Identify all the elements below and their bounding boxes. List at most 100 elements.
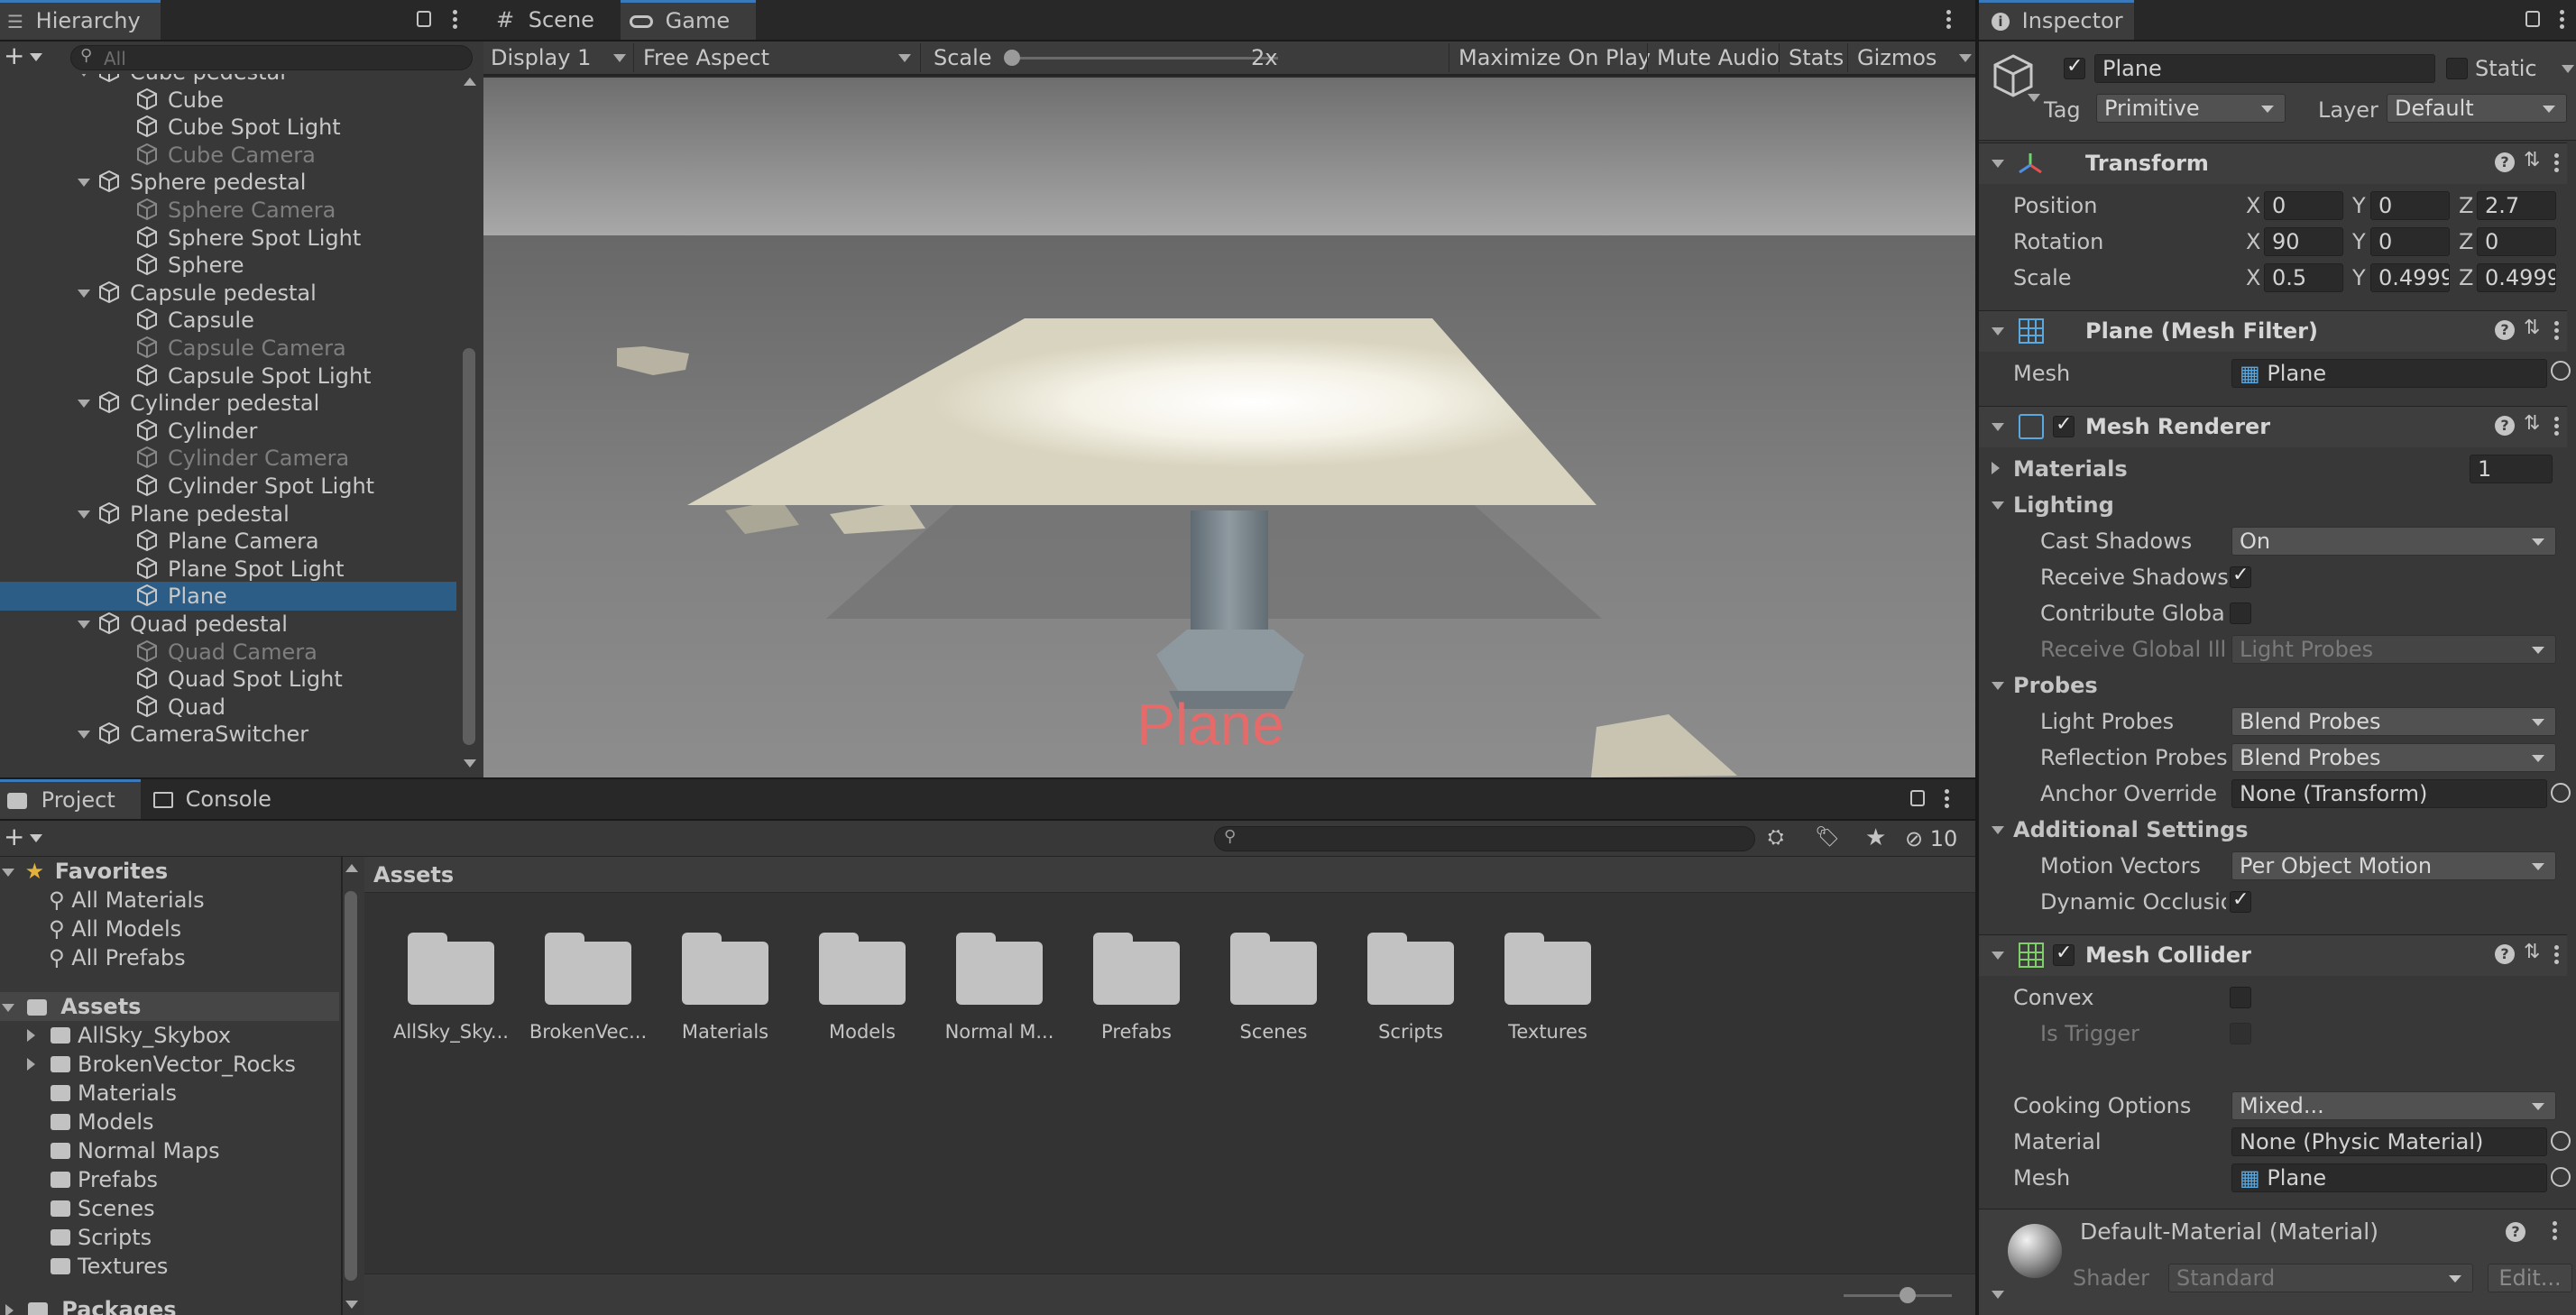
- asset-folder-item[interactable]: Materials: [658, 927, 793, 1062]
- axis-x-label[interactable]: X: [2246, 229, 2260, 254]
- axis-y-label[interactable]: Y: [2352, 193, 2366, 218]
- materials-count-field[interactable]: 1: [2470, 455, 2553, 483]
- axis-y-label[interactable]: Y: [2352, 229, 2366, 254]
- axis-x-label[interactable]: X: [2246, 265, 2260, 290]
- tab-game[interactable]: Game: [621, 0, 756, 40]
- light-probes-dropdown[interactable]: Blend Probes: [2231, 707, 2556, 736]
- rotation-z-field[interactable]: 0: [2477, 227, 2556, 256]
- assets-header[interactable]: Assets: [0, 992, 339, 1021]
- tab-scene[interactable]: # Scene: [483, 0, 621, 40]
- mesh-field[interactable]: ▦ Plane: [2231, 359, 2547, 388]
- scale-x-field[interactable]: 0.5: [2264, 263, 2343, 292]
- hierarchy-item[interactable]: Quad Spot Light: [0, 665, 456, 694]
- static-checkbox[interactable]: [2446, 58, 2468, 79]
- component-menu-icon[interactable]: [2554, 943, 2560, 967]
- asset-folder-item[interactable]: BrokenVec...: [520, 927, 656, 1062]
- hierarchy-item[interactable]: Capsule: [0, 306, 456, 335]
- hierarchy-item[interactable]: Sphere Camera: [0, 196, 456, 225]
- expand-arrow-icon[interactable]: [78, 74, 90, 77]
- mesh-filter-header[interactable]: Plane (Mesh Filter) ? ⇅: [1979, 310, 2567, 352]
- physic-material-field[interactable]: None (Physic Material): [2231, 1127, 2547, 1156]
- hierarchy-item[interactable]: Quad pedestal: [0, 610, 456, 639]
- object-picker-icon[interactable]: [2551, 1167, 2571, 1187]
- expand-arrow-icon[interactable]: [78, 621, 90, 629]
- hierarchy-menu-icon[interactable]: [453, 7, 458, 32]
- hierarchy-item[interactable]: Plane: [0, 582, 456, 612]
- icon-size-slider-handle[interactable]: [1900, 1287, 1916, 1303]
- icon-size-slider[interactable]: [1844, 1287, 1952, 1303]
- scale-slider-handle[interactable]: [1004, 50, 1020, 66]
- game-menu-icon[interactable]: [1946, 7, 1952, 32]
- hierarchy-item[interactable]: Sphere Spot Light: [0, 224, 456, 253]
- help-icon[interactable]: ?: [2495, 320, 2515, 340]
- tab-inspector[interactable]: i Inspector: [1979, 0, 2134, 40]
- object-picker-icon[interactable]: [2551, 783, 2571, 803]
- asset-folder-item[interactable]: Prefabs: [1069, 927, 1204, 1062]
- tab-console[interactable]: Console: [141, 779, 285, 819]
- hierarchy-item[interactable]: Cylinder pedestal: [0, 389, 456, 418]
- hierarchy-item[interactable]: Plane Camera: [0, 527, 456, 556]
- hierarchy-item[interactable]: Plane pedestal: [0, 500, 456, 529]
- hierarchy-item[interactable]: Capsule Camera: [0, 334, 456, 363]
- position-x-field[interactable]: 0: [2264, 191, 2343, 220]
- active-checkbox[interactable]: [2064, 55, 2085, 79]
- scale-y-field[interactable]: 0.4999: [2370, 263, 2450, 292]
- create-asset-button[interactable]: +: [4, 824, 51, 851]
- asset-tree-item[interactable]: Prefabs: [0, 1165, 339, 1194]
- hierarchy-item[interactable]: Cylinder Spot Light: [0, 472, 456, 501]
- expand-arrow-icon[interactable]: [78, 289, 90, 298]
- asset-folder-item[interactable]: Scripts: [1343, 927, 1478, 1062]
- shader-dropdown[interactable]: Standard: [2168, 1264, 2473, 1292]
- game-viewport[interactable]: Plane: [483, 78, 1975, 777]
- hierarchy-scrollbar[interactable]: [460, 78, 478, 777]
- rotation-x-field[interactable]: 90: [2264, 227, 2343, 256]
- object-name-field[interactable]: Plane: [2094, 54, 2435, 83]
- asset-folder-item[interactable]: AllSky_Sky...: [383, 927, 519, 1062]
- asset-tree-item[interactable]: Models: [0, 1108, 339, 1136]
- gizmos-dropdown[interactable]: Gizmos: [1847, 43, 1973, 72]
- axis-y-label[interactable]: Y: [2352, 265, 2366, 290]
- project-menu-icon[interactable]: [1945, 786, 1950, 811]
- tag-dropdown[interactable]: Primitive: [2096, 94, 2286, 123]
- mesh-renderer-enabled-checkbox[interactable]: [2053, 413, 2075, 437]
- hierarchy-item[interactable]: Cylinder: [0, 417, 456, 446]
- static-dropdown[interactable]: Static: [2475, 54, 2574, 83]
- asset-tree-item[interactable]: BrokenVector_Rocks: [0, 1050, 339, 1079]
- component-menu-icon[interactable]: [2554, 318, 2560, 343]
- materials-label[interactable]: Materials: [2013, 456, 2128, 482]
- contribute-gi-checkbox[interactable]: [2230, 602, 2251, 624]
- transform-header[interactable]: Transform ? ⇅: [1979, 143, 2567, 184]
- mesh-collider-enabled-checkbox[interactable]: [2053, 942, 2075, 966]
- dynamic-occlusion-checkbox[interactable]: [2230, 888, 2251, 913]
- rotation-y-field[interactable]: 0: [2370, 227, 2450, 256]
- axis-z-label[interactable]: Z: [2459, 229, 2473, 254]
- cast-shadows-dropdown[interactable]: On: [2231, 527, 2556, 556]
- position-y-field[interactable]: 0: [2370, 191, 2450, 220]
- icon-dropdown-chevron[interactable]: [2028, 94, 2040, 102]
- inspector-menu-icon[interactable]: [2560, 7, 2565, 32]
- asset-folder-item[interactable]: Normal M...: [932, 927, 1067, 1062]
- expand-arrow-icon[interactable]: [78, 510, 90, 519]
- add-object-button[interactable]: +: [4, 43, 51, 70]
- hierarchy-item[interactable]: Cube Spot Light: [0, 113, 456, 142]
- project-search-input[interactable]: ⚲: [1214, 826, 1755, 851]
- tab-hierarchy[interactable]: ☰ Hierarchy: [0, 0, 161, 40]
- axis-z-label[interactable]: Z: [2459, 265, 2473, 290]
- expand-arrow-icon[interactable]: [78, 179, 90, 188]
- lock-icon[interactable]: [1910, 790, 1925, 806]
- materials-foldout[interactable]: [1992, 462, 2000, 474]
- asset-tree-item[interactable]: Scripts: [0, 1223, 339, 1252]
- hierarchy-item[interactable]: Cylinder Camera: [0, 444, 456, 473]
- hierarchy-item[interactable]: Quad: [0, 693, 456, 722]
- tab-project[interactable]: Project: [0, 779, 141, 819]
- scale-slider[interactable]: [1004, 50, 1278, 66]
- asset-tree-item[interactable]: Textures: [0, 1252, 339, 1281]
- position-z-field[interactable]: 2.7: [2477, 191, 2556, 220]
- layer-dropdown[interactable]: Default: [2387, 94, 2567, 123]
- receive-shadows-checkbox[interactable]: [2230, 564, 2251, 588]
- hierarchy-search-input[interactable]: ⚲ All: [70, 45, 473, 70]
- asset-tree-item[interactable]: Normal Maps: [0, 1136, 339, 1165]
- presets-icon[interactable]: ⇅: [2524, 412, 2540, 435]
- help-icon[interactable]: ?: [2506, 1222, 2525, 1242]
- hierarchy-item[interactable]: Cube Camera: [0, 141, 456, 170]
